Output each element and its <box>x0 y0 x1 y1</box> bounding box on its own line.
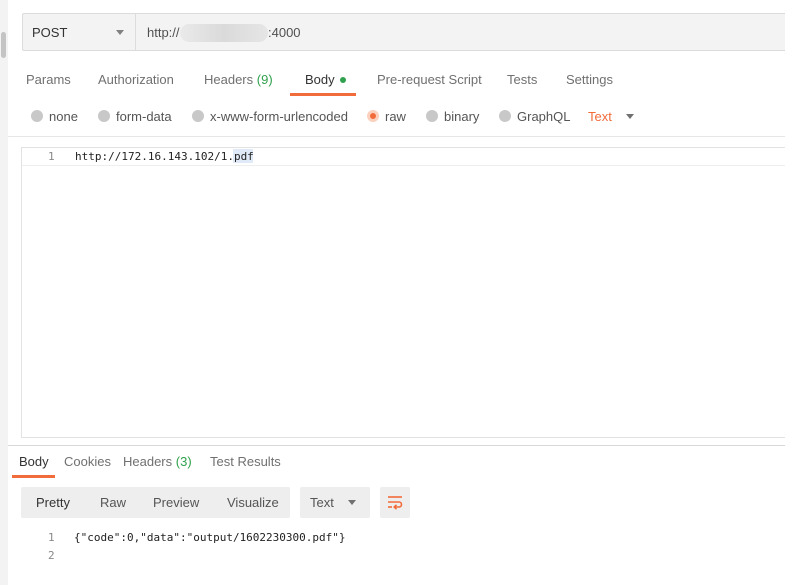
pane-divider[interactable] <box>8 445 785 446</box>
radio-form-data[interactable] <box>98 110 110 122</box>
response-line-number: 1 <box>48 531 55 544</box>
active-tab-indicator <box>290 93 356 96</box>
radio-form-data-label[interactable]: form-data <box>116 109 172 124</box>
request-body-editor[interactable] <box>21 147 785 438</box>
response-headers-count: (3) <box>175 454 192 469</box>
chevron-down-icon <box>348 500 356 505</box>
radio-graphql-label[interactable]: GraphQL <box>517 109 570 124</box>
left-scrollbar-thumb[interactable] <box>1 32 6 58</box>
line-number: 1 <box>48 150 55 163</box>
response-tab-test-results[interactable]: Test Results <box>210 454 281 469</box>
radio-binary-label[interactable]: binary <box>444 109 479 124</box>
tab-params[interactable]: Params <box>26 72 71 87</box>
view-pretty-button[interactable]: Pretty <box>36 495 70 510</box>
method-label: POST <box>32 25 68 40</box>
tab-authorization[interactable]: Authorization <box>98 72 174 87</box>
radio-graphql[interactable] <box>499 110 511 122</box>
radio-raw[interactable] <box>367 110 379 122</box>
left-scroll-strip <box>0 0 8 585</box>
chevron-down-icon[interactable] <box>626 114 634 119</box>
view-preview-button[interactable]: Preview <box>153 495 199 510</box>
radio-raw-label[interactable]: raw <box>385 109 406 124</box>
radio-x-www-form-urlencoded-label[interactable]: x-www-form-urlencoded <box>210 109 348 124</box>
radio-binary[interactable] <box>426 110 438 122</box>
tab-settings[interactable]: Settings <box>566 72 613 87</box>
url-suffix: :4000 <box>268 25 301 40</box>
code-line[interactable]: http://172.16.143.102/1.pdf <box>75 150 254 163</box>
divider <box>8 136 785 137</box>
response-code-line[interactable]: {"code":0,"data":"output/1602230300.pdf"… <box>74 531 346 544</box>
view-visualize-button[interactable]: Visualize <box>227 495 279 510</box>
active-response-tab-indicator <box>12 475 55 478</box>
response-tab-headers-label: Headers <box>123 454 173 469</box>
response-line-number: 2 <box>48 549 55 562</box>
body-status-dot-icon <box>340 77 346 83</box>
tab-pre-request-script[interactable]: Pre-request Script <box>377 72 482 87</box>
url-prefix: http:// <box>147 25 180 40</box>
response-tab-body[interactable]: Body <box>19 454 49 469</box>
wrap-lines-button[interactable] <box>380 487 410 518</box>
response-tab-cookies[interactable]: Cookies <box>64 454 111 469</box>
radio-none[interactable] <box>31 110 43 122</box>
tab-tests[interactable]: Tests <box>507 72 537 87</box>
response-tab-headers[interactable]: Headers (3) <box>123 454 192 469</box>
tab-headers[interactable]: Headers (9) <box>204 72 273 87</box>
view-raw-button[interactable]: Raw <box>100 495 126 510</box>
chevron-down-icon <box>116 30 124 35</box>
wrap-lines-icon <box>388 496 403 510</box>
response-format-label: Text <box>310 495 334 510</box>
redacted-host <box>180 24 268 42</box>
headers-count: (9) <box>256 72 273 87</box>
tab-headers-label: Headers <box>204 72 254 87</box>
body-format-select[interactable]: Text <box>588 109 612 124</box>
radio-x-www-form-urlencoded[interactable] <box>192 110 204 122</box>
radio-none-label[interactable]: none <box>49 109 78 124</box>
tab-body[interactable]: Body <box>305 72 335 87</box>
